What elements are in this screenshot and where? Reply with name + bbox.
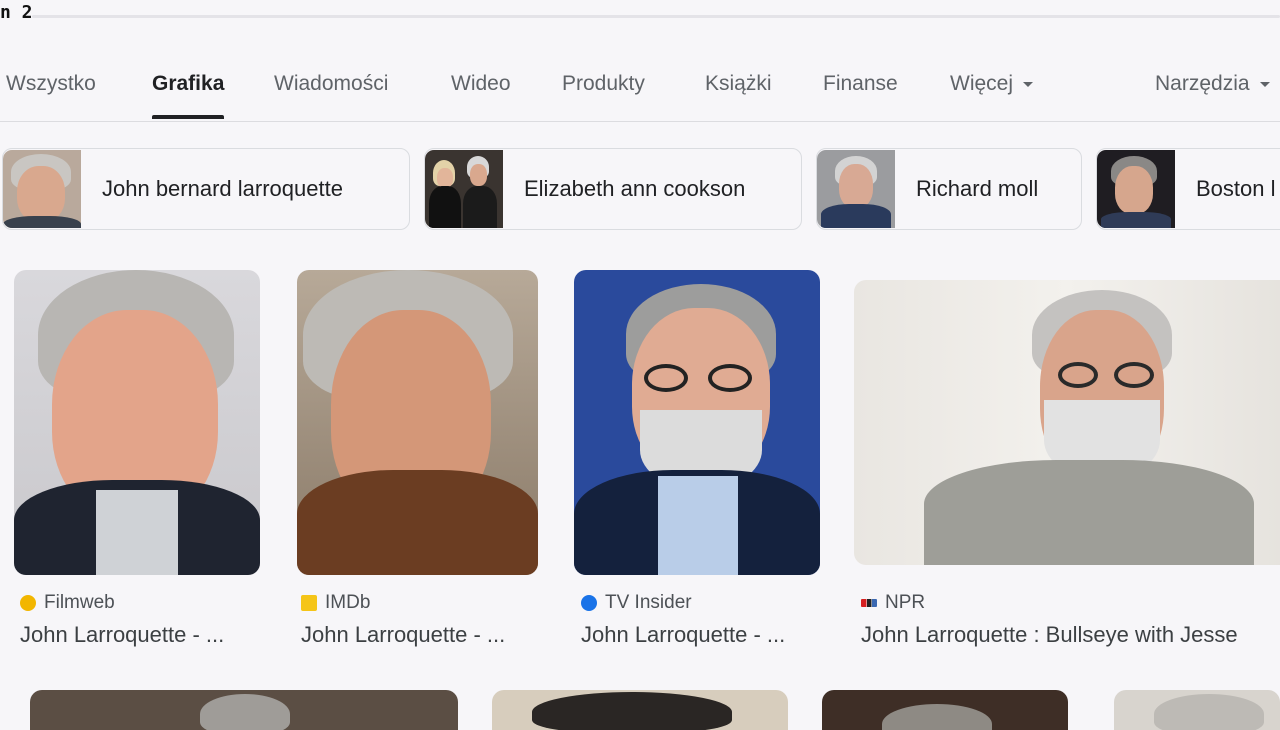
filmweb-icon	[20, 595, 36, 611]
tab-finance[interactable]: Finanse	[823, 72, 898, 96]
tab-all-label: Wszystko	[6, 72, 96, 95]
tab-video-label: Wideo	[451, 72, 511, 95]
glasses-icon	[644, 364, 756, 392]
result-title[interactable]: John Larroquette - ...	[20, 622, 260, 648]
result-image[interactable]	[14, 270, 260, 575]
chip-label: Elizabeth ann cookson	[524, 176, 746, 201]
chip-thumbnail	[3, 150, 81, 228]
result-source[interactable]: Filmweb	[20, 592, 115, 614]
chevron-down-icon	[1259, 81, 1270, 87]
source-name: Filmweb	[44, 592, 115, 613]
chip-thumbnail	[817, 150, 895, 228]
tab-more[interactable]: Więcej	[950, 72, 1034, 96]
source-name: TV Insider	[605, 592, 692, 613]
result-source[interactable]: TV Insider	[581, 592, 692, 614]
tools-button[interactable]: Narzędzia	[1155, 72, 1270, 96]
result-image[interactable]	[574, 270, 820, 575]
tab-news[interactable]: Wiadomości	[274, 72, 388, 96]
tab-books-label: Książki	[705, 72, 772, 95]
imdb-icon	[301, 595, 317, 611]
search-bar-edge[interactable]	[32, 15, 1280, 18]
result-image[interactable]	[854, 280, 1280, 565]
glasses-icon	[1058, 362, 1154, 388]
chip-label: Boston l	[1196, 176, 1276, 201]
chip-related-search[interactable]: Boston l	[1096, 148, 1280, 230]
result-title[interactable]: John Larroquette : Bullseye with Jesse	[861, 622, 1280, 648]
tools-label: Narzędzia	[1155, 72, 1250, 95]
result-source[interactable]: NPR	[861, 592, 925, 614]
tab-images[interactable]: Grafika	[152, 72, 225, 119]
chip-related-search[interactable]: Elizabeth ann cookson	[424, 148, 802, 230]
search-tabs: Wszystko Grafika Wiadomości Wideo Produk…	[0, 58, 1280, 120]
tab-news-label: Wiadomości	[274, 72, 389, 95]
chip-related-search[interactable]: John bernard larroquette	[2, 148, 410, 230]
chip-thumbnail	[425, 150, 503, 228]
tab-products-label: Produkty	[562, 72, 645, 95]
active-tab-indicator	[152, 115, 225, 119]
chip-label: Richard moll	[916, 176, 1039, 201]
tab-more-label: Więcej	[950, 72, 1014, 95]
tab-finance-label: Finanse	[823, 72, 898, 95]
chevron-down-icon	[1023, 81, 1034, 87]
result-image[interactable]	[492, 690, 788, 730]
result-title[interactable]: John Larroquette - ...	[301, 622, 538, 648]
tab-books[interactable]: Książki	[705, 72, 772, 96]
source-name: NPR	[885, 592, 926, 613]
chip-related-search[interactable]: Richard moll	[816, 148, 1082, 230]
npr-icon	[861, 599, 877, 607]
source-name: IMDb	[325, 592, 371, 613]
chip-thumbnail	[1097, 150, 1175, 228]
result-image[interactable]	[297, 270, 538, 575]
tab-images-label: Grafika	[152, 72, 225, 95]
tabs-divider	[0, 121, 1280, 122]
tab-all[interactable]: Wszystko	[6, 72, 96, 96]
chip-label: John bernard larroquette	[102, 176, 343, 201]
corner-label: n 2	[0, 2, 33, 23]
result-image[interactable]	[822, 690, 1068, 730]
result-source[interactable]: IMDb	[301, 592, 370, 614]
tab-products[interactable]: Produkty	[562, 72, 645, 96]
result-title[interactable]: John Larroquette - ...	[581, 622, 820, 648]
result-image[interactable]	[30, 690, 458, 730]
tab-video[interactable]: Wideo	[451, 72, 511, 96]
result-image[interactable]	[1114, 690, 1280, 730]
tv-insider-icon	[581, 595, 597, 611]
